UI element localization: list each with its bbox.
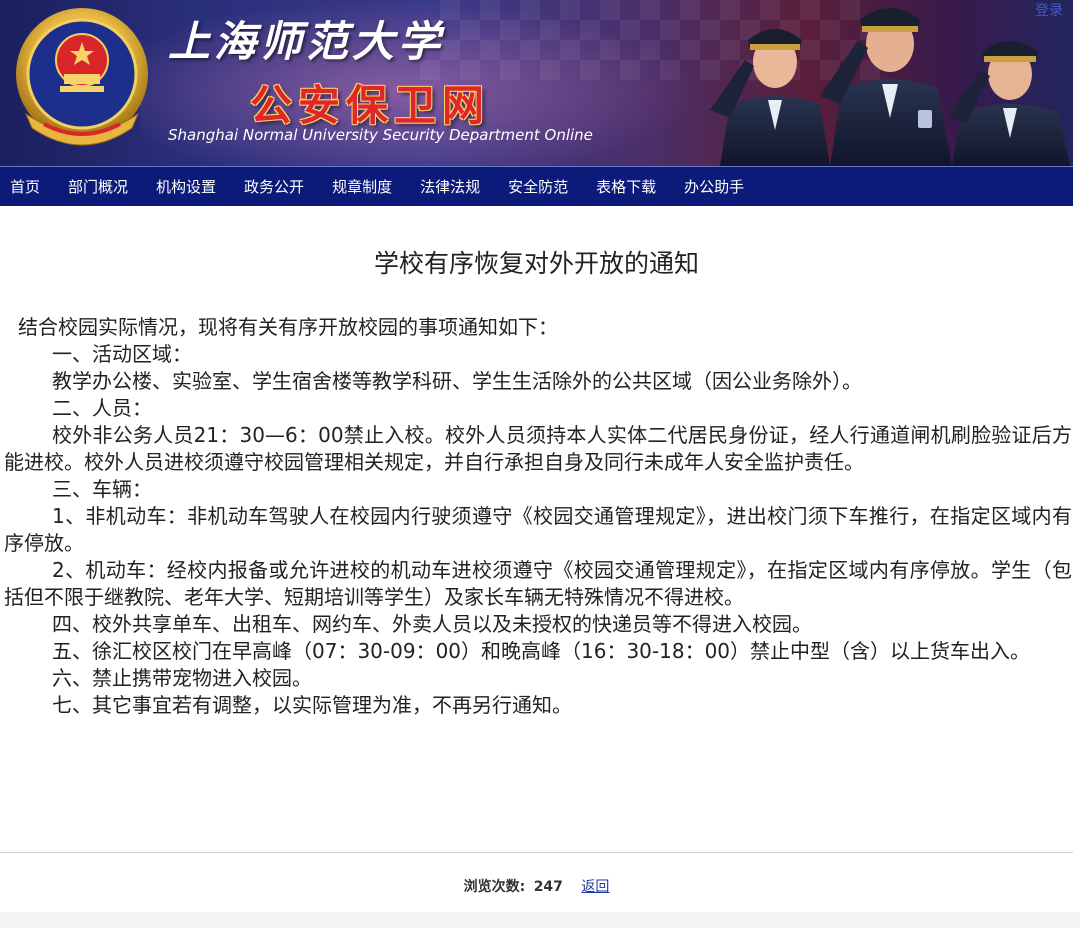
article-paragraph: 六、禁止携带宠物进入校园。 (52, 666, 312, 690)
nav-item-form-download[interactable]: 表格下载 (596, 176, 656, 197)
site-banner: 上海师范大学 公安保卫网 Shanghai Normal University … (0, 0, 1073, 166)
banner-university-name: 上海师范大学 (168, 17, 445, 66)
nav-item-regulations[interactable]: 规章制度 (332, 176, 392, 197)
article-heading-area: 一、活动区域： (52, 342, 192, 366)
back-link[interactable]: 返回 (581, 879, 609, 895)
nav-item-laws[interactable]: 法律法规 (420, 176, 480, 197)
nav-item-safety[interactable]: 安全防范 (508, 176, 568, 197)
nav-item-department-overview[interactable]: 部门概况 (68, 176, 128, 197)
main-nav: 首页 部门概况 机构设置 政务公开 规章制度 法律法规 安全防范 表格下载 办公… (0, 166, 1073, 206)
bottom-band (0, 912, 1080, 928)
article-paragraph: 五、徐汇校区校门在早高峰（07：30-09：00）和晚高峰（16：30-18：0… (52, 639, 1031, 663)
nav-item-office-assistant[interactable]: 办公助手 (684, 176, 744, 197)
nav-item-home[interactable]: 首页 (10, 176, 40, 197)
article-paragraph: 教学办公楼、实验室、学生宿舍楼等教学科研、学生生活除外的公共区域（因公业务除外）… (52, 369, 862, 393)
article-paragraph: 四、校外共享单车、出租车、网约车、外卖人员以及未授权的快递员等不得进入校园。 (52, 612, 812, 636)
footer-divider (0, 852, 1073, 853)
views-label: 浏览次数: (463, 879, 526, 895)
national-emblem-icon (16, 8, 148, 146)
article-body: 结合校园实际情况，现将有关有序开放校园的事项通知如下： 一、活动区域： 教学办公… (4, 314, 1072, 719)
article-title: 学校有序恢复对外开放的通知 (373, 249, 699, 278)
banner-site-name: 公安保卫网 (250, 81, 491, 130)
saluting-officers-image (710, 8, 1070, 166)
article-footer: 浏览次数: 247 返回 (0, 876, 1073, 896)
article-heading-vehicles: 三、车辆： (52, 477, 152, 501)
article-paragraph: 校外非公务人员21：30—6：00禁止入校。校外人员须持本人实体二代居民身份证，… (4, 423, 1072, 474)
login-link[interactable]: 登录 (1035, 0, 1063, 20)
nav-item-public-affairs[interactable]: 政务公开 (244, 176, 304, 197)
article-paragraph: 七、其它事宜若有调整，以实际管理为准，不再另行通知。 (52, 693, 572, 717)
banner-english-name: Shanghai Normal University Security Depa… (168, 126, 593, 144)
nav-item-organization[interactable]: 机构设置 (156, 176, 216, 197)
page: 上海师范大学 公安保卫网 Shanghai Normal University … (0, 0, 1080, 928)
article-paragraph: 1、非机动车：非机动车驾驶人在校园内行驶须遵守《校园交通管理规定》，进出校门须下… (4, 504, 1072, 555)
article-paragraph-intro: 结合校园实际情况，现将有关有序开放校园的事项通知如下： (18, 315, 558, 339)
views-count: 247 (533, 879, 563, 895)
article-heading-personnel: 二、人员： (52, 396, 152, 420)
article-paragraph: 2、机动车：经校内报备或允许进校的机动车进校须遵守《校园交通管理规定》，在指定区… (4, 558, 1072, 609)
